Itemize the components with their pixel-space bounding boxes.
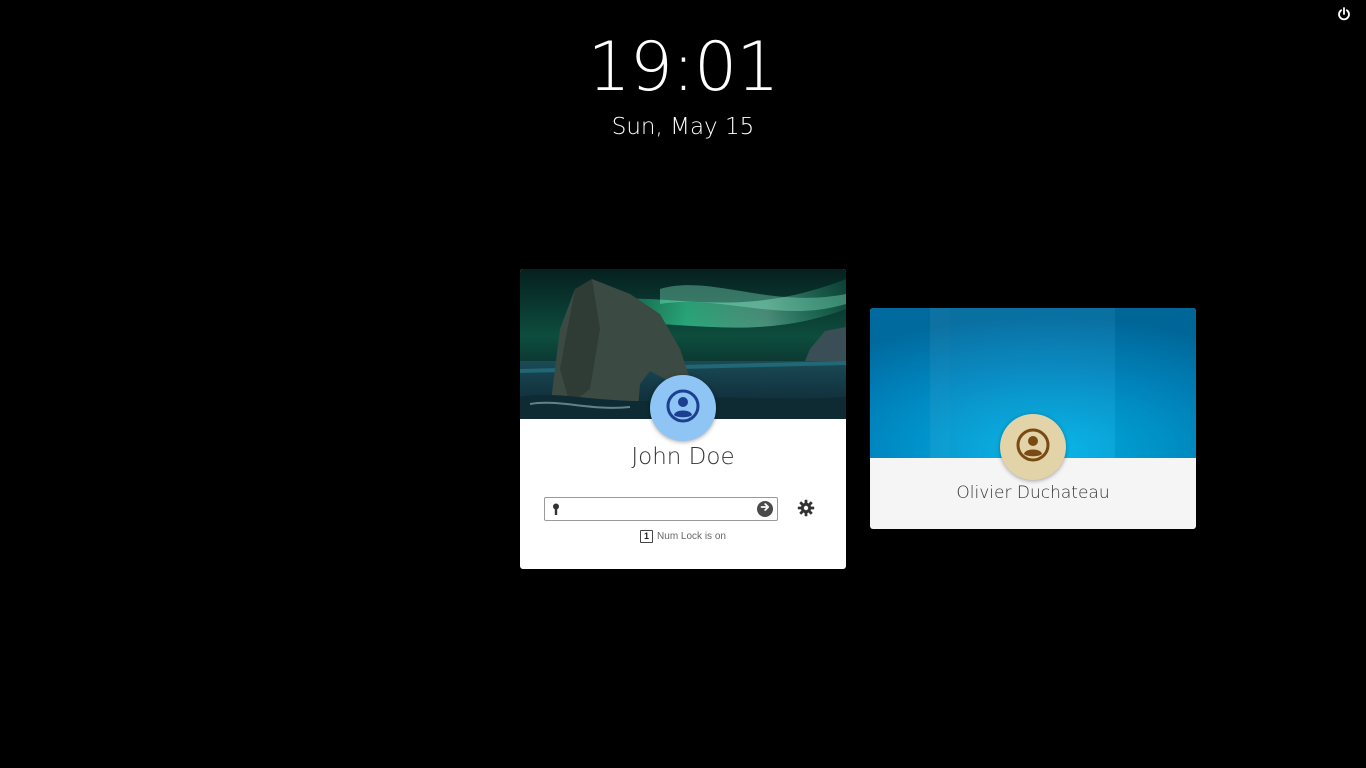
user-card-john-doe[interactable]: John Doe 1 Num Lock is on: [520, 269, 846, 569]
password-field[interactable]: [544, 497, 778, 521]
power-icon: [1337, 6, 1351, 26]
clock-date: Sun, May 15: [611, 114, 755, 140]
user-avatar-icon: [665, 388, 701, 429]
user-card-olivier-duchateau[interactable]: Olivier Duchateau: [870, 308, 1196, 529]
numlock-icon: 1: [640, 530, 654, 543]
submit-button[interactable]: [757, 501, 773, 517]
user-avatar-icon: [1015, 427, 1051, 468]
avatar: [1000, 414, 1066, 480]
power-button[interactable]: [1334, 6, 1354, 26]
numlock-text: Num Lock is on: [657, 531, 726, 542]
password-input[interactable]: [565, 498, 751, 520]
avatar: [650, 375, 716, 441]
clock-time: 19:01: [587, 28, 780, 107]
lock-screen: 19:01 Sun, May 15 John Doe 1 Num Lock is…: [0, 0, 1366, 768]
key-icon: [552, 503, 560, 516]
arrow-right-circle-icon: [759, 500, 771, 518]
session-settings-button[interactable]: [796, 499, 816, 522]
user-name: Olivier Duchateau: [956, 483, 1110, 503]
numlock-indicator: 1 Num Lock is on: [520, 530, 846, 543]
gear-icon: [797, 499, 815, 522]
user-name: John Doe: [631, 444, 735, 470]
